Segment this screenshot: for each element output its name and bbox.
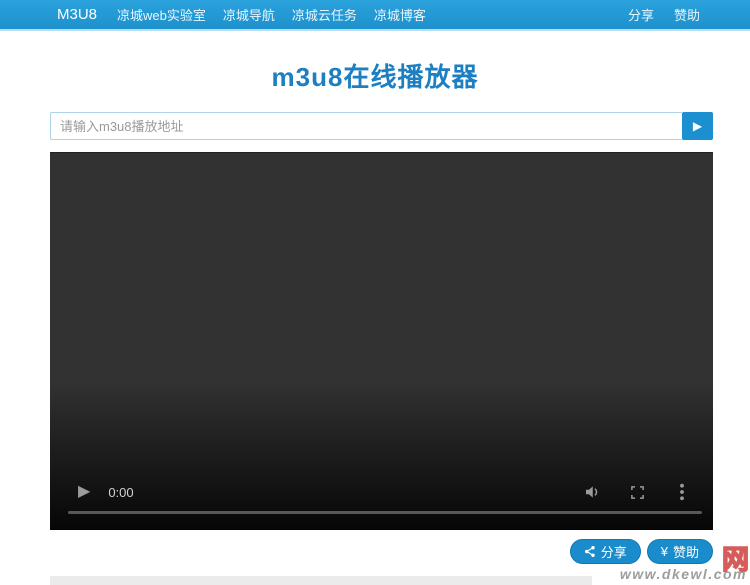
nav-item-share[interactable]: 分享 (628, 5, 654, 24)
m3u8-url-input[interactable] (50, 112, 682, 140)
nav-item-cloud-task[interactable]: 凉城云任务 (292, 5, 357, 24)
url-form: ▶ (50, 112, 713, 140)
video-controls-shade (50, 380, 713, 530)
share-button-label: 分享 (600, 545, 627, 560)
yen-icon: ¥ (660, 544, 668, 559)
volume-icon[interactable] (583, 483, 601, 501)
nav-item-nav[interactable]: 凉城导航 (223, 5, 275, 24)
nav-right: 分享 赞助 (628, 5, 700, 24)
video-play-icon[interactable]: ▶ (78, 484, 90, 500)
video-controls-right (583, 483, 691, 501)
watermark-url: www.dkewl.com (619, 566, 747, 582)
share-button[interactable]: 分享 (569, 539, 641, 564)
video-controls-bar: ▶ 0:00 (50, 478, 713, 506)
video-current-time: 0:00 (108, 484, 134, 500)
page: M3U8 凉城web实验室 凉城导航 凉城云任务 凉城博客 分享 赞助 m3u8… (0, 0, 750, 585)
play-icon: ▶ (692, 119, 703, 133)
fullscreen-icon[interactable] (628, 483, 646, 501)
nav-item-donate[interactable]: 赞助 (674, 5, 700, 24)
donate-button[interactable]: ¥ 赞助 (646, 539, 713, 564)
donate-button-label: 赞助 (672, 545, 699, 560)
video-seek-bar[interactable] (68, 511, 702, 514)
brand-logo[interactable]: M3U8 (57, 6, 97, 23)
share-icon (584, 545, 596, 558)
play-submit-button[interactable]: ▶ (682, 112, 713, 140)
nav-item-blog[interactable]: 凉城博客 (374, 5, 426, 24)
page-title: m3u8在线播放器 (271, 62, 479, 92)
nav-links: 凉城web实验室 凉城导航 凉城云任务 凉城博客 (117, 5, 426, 24)
action-buttons: 分享 ¥ 赞助 (569, 539, 713, 564)
video-player[interactable]: ▶ 0:00 (50, 152, 713, 530)
nav-item-web-lab[interactable]: 凉城web实验室 (117, 5, 206, 24)
overflow-menu-icon[interactable] (673, 483, 691, 501)
top-navbar: M3U8 凉城web实验室 凉城导航 凉城云任务 凉城博客 分享 赞助 (0, 0, 750, 31)
